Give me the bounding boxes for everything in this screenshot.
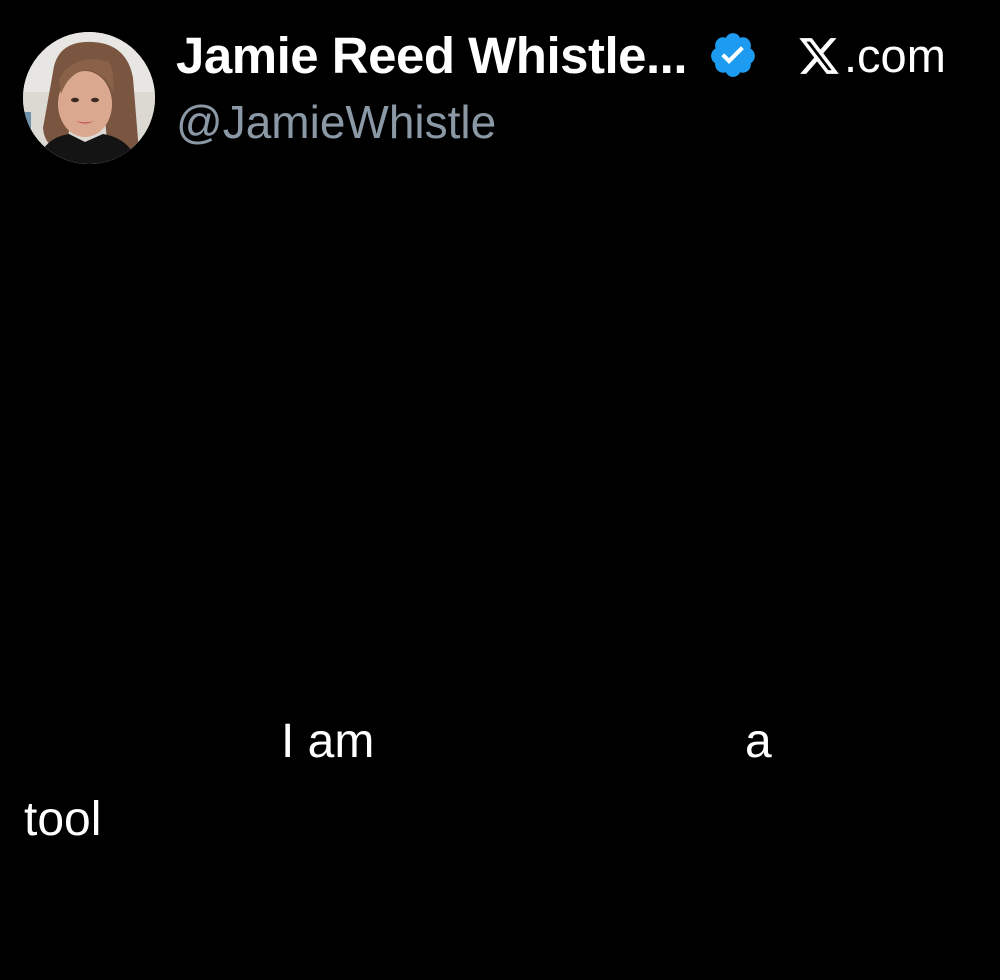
verified-badge-icon bbox=[711, 33, 755, 77]
author-display-name[interactable]: Jamie Reed Whistle... bbox=[176, 26, 688, 86]
brand-link[interactable]: .com bbox=[796, 26, 946, 86]
profile-photo-icon bbox=[23, 32, 155, 164]
author-handle[interactable]: @JamieWhistle bbox=[176, 94, 496, 150]
x-logo-icon bbox=[799, 38, 839, 74]
post-text-fragment: a bbox=[745, 715, 772, 768]
avatar[interactable] bbox=[23, 32, 155, 164]
post-header: Jamie Reed Whistle... .com @JamieWhistle bbox=[0, 0, 1000, 180]
post-text-fragment: tool bbox=[24, 793, 102, 846]
brand-suffix: .com bbox=[844, 29, 946, 82]
post-text-fragment: I am bbox=[281, 715, 375, 768]
